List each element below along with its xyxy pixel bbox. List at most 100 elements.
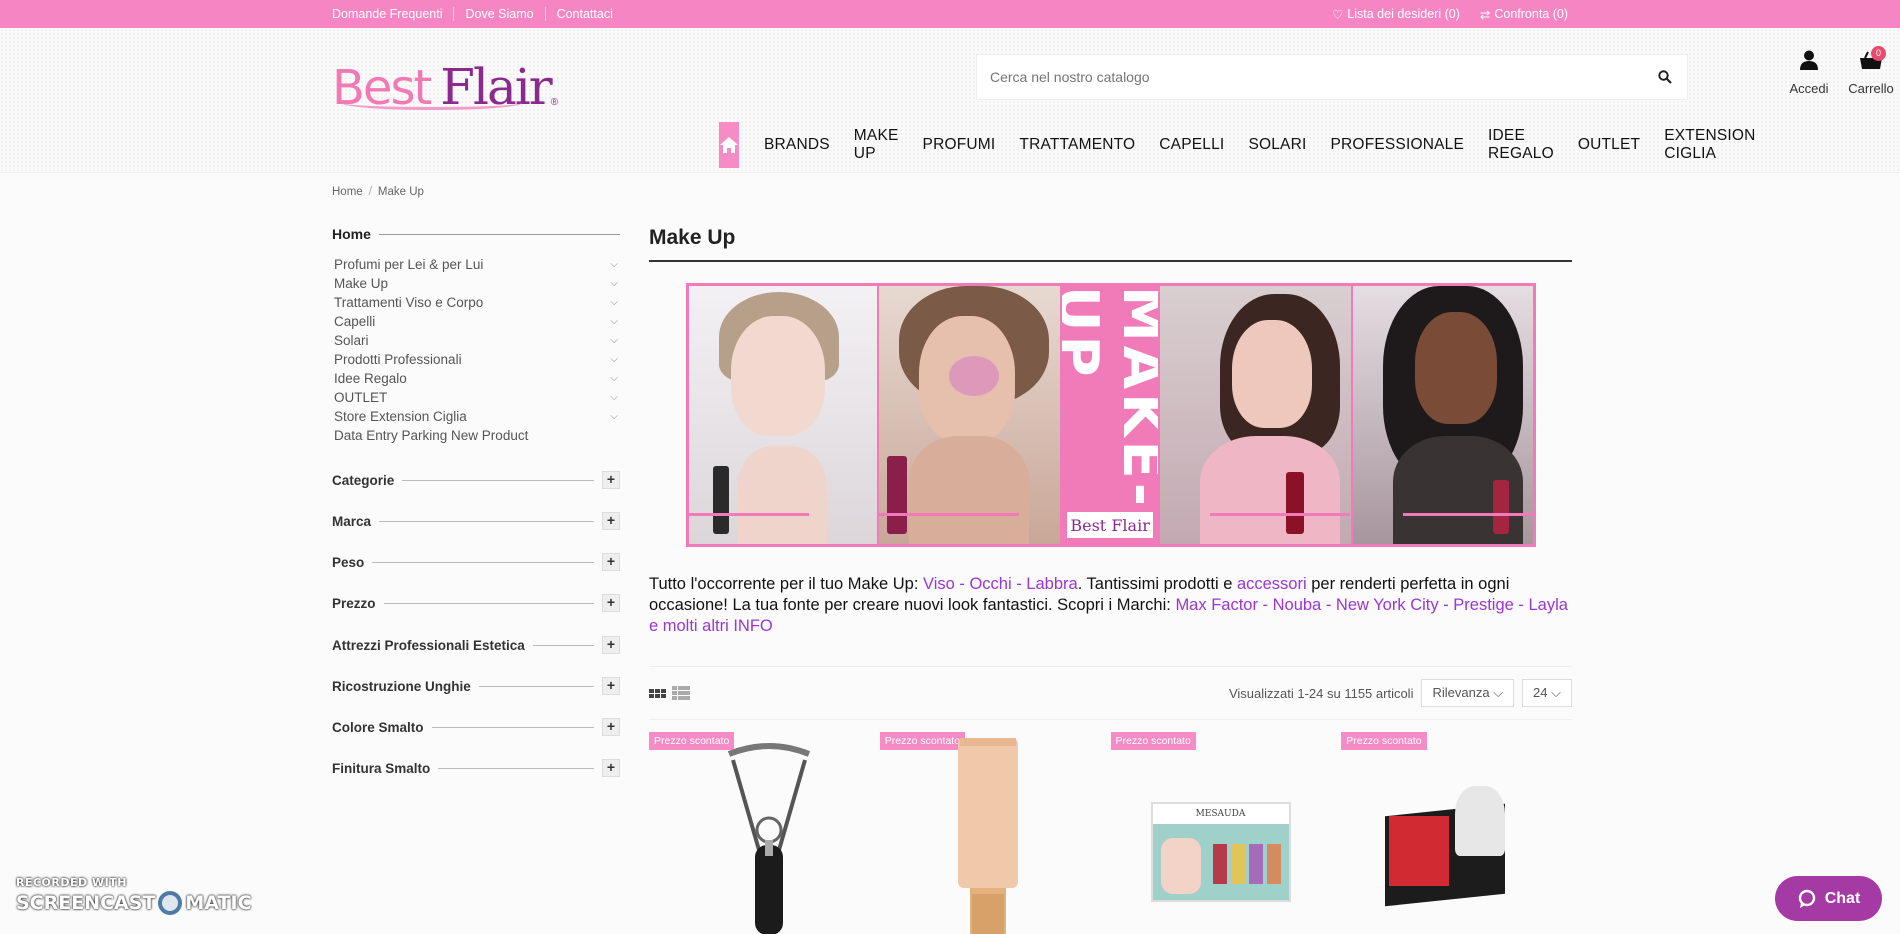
account-label: Accedi [1789,81,1829,96]
chevron-down-icon: ⌵ [1551,685,1561,700]
category-item[interactable]: Prodotti Professionali ⌵ [332,350,620,369]
facet-prezzo[interactable]: Prezzo + [332,593,620,613]
category-label: Store Extension Ciglia [334,409,467,424]
search-input[interactable] [977,55,1643,99]
facet-attrezzi[interactable]: Attrezzi Professionali Estetica + [332,635,620,655]
facet-marca[interactable]: Marca + [332,511,620,531]
plus-icon[interactable]: + [602,677,620,695]
sidebar: Home Profumi per Lei & per Lui ⌵ Make Up ⌵… [332,226,620,777]
category-label: Capelli [334,314,376,329]
category-item[interactable]: Profumi per Lei & per Lui ⌵ [332,255,620,274]
category-item[interactable]: Capelli ⌵ [332,312,620,331]
cart-count-badge: 0 [1871,46,1886,61]
chevron-down-icon[interactable]: ⌵ [610,411,618,422]
banner-model-image [1159,286,1352,544]
category-label: Data Entry Parking New Product [334,428,529,443]
facet-categorie[interactable]: Categorie + [332,470,620,490]
box-brand-label: MESAUDA [1152,804,1289,824]
sidebar-home-heading[interactable]: Home [332,226,620,242]
category-item[interactable]: Store Extension Ciglia ⌵ [332,407,620,426]
chat-label: Chat [1824,889,1861,907]
products-count: Visualizzati 1-24 su 1155 articoli [1228,685,1414,701]
contact-link[interactable]: Contattaci [544,7,624,21]
product-card[interactable]: Prezzo scontato [649,732,880,934]
nav-professionale[interactable]: PROFESSIONALE [1319,136,1477,154]
plus-icon[interactable]: + [602,594,620,612]
chevron-down-icon[interactable]: ⌵ [610,392,618,403]
per-page-select[interactable]: 24 ⌵ [1522,679,1572,707]
top-bar: Domande Frequenti Dove Siamo Contattaci … [0,0,1900,28]
sort-select[interactable]: Rilevanza ⌵ [1421,679,1515,707]
site-logo[interactable]: Best Flair ® [332,42,562,112]
nav-profumi[interactable]: PROFUMI [911,136,1008,154]
category-item[interactable]: Data Entry Parking New Product [332,426,620,445]
faq-link[interactable]: Domande Frequenti [332,7,453,21]
logo-swoosh [342,96,522,110]
facet-label: Prezzo [332,595,376,611]
banner-title: MAKE-UP [1062,286,1158,510]
where-we-are-link[interactable]: Dove Siamo [453,7,544,21]
nav-idee-regalo[interactable]: IDEE REGALO [1476,127,1566,163]
list-view-icon[interactable] [672,686,690,700]
product-grid: Prezzo scontato Prezzo scontato Prezzo s… [649,732,1572,934]
category-item[interactable]: OUTLET ⌵ [332,388,620,407]
screencast-watermark: RECORDED WITH SCREENCAST MATIC [16,876,252,915]
chevron-down-icon[interactable]: ⌵ [610,278,618,289]
facet-ricostruzione-unghie[interactable]: Ricostruzione Unghie + [332,676,620,696]
facet-colore-smalto[interactable]: Colore Smalto + [332,717,620,737]
cart-button[interactable]: 0 Carrello [1844,46,1898,96]
viso-occhi-labbra-link[interactable]: Viso - Occhi - Labbra [923,575,1078,593]
breadcrumb-current: Make Up [377,186,424,198]
plus-icon[interactable]: + [602,718,620,736]
plus-icon[interactable]: + [602,553,620,571]
nav-trattamento[interactable]: TRATTAMENTO [1007,136,1147,154]
registered-mark: ® [550,97,559,108]
plus-icon[interactable]: + [602,471,620,489]
nav-outlet[interactable]: OUTLET [1566,136,1652,154]
nail-polish-kit-image [1385,786,1515,907]
eyelash-curler-image [727,743,811,934]
product-card[interactable]: Prezzo scontato MESAUDA [1110,732,1342,934]
category-item[interactable]: Solari ⌵ [332,331,620,350]
nav-make-up[interactable]: MAKE UP [842,127,911,163]
divider [532,644,594,646]
search-icon[interactable] [1643,55,1687,99]
category-item[interactable]: Idee Regalo ⌵ [332,369,620,388]
wishlist-link[interactable]: ♡ Lista dei desideri (0) [1332,7,1460,22]
facet-finitura-smalto[interactable]: Finitura Smalto + [332,758,620,778]
plus-icon[interactable]: + [602,759,620,777]
category-description: Tutto l'occorrente per il tuo Make Up: V… [649,574,1572,637]
nav-extension-ciglia[interactable]: EXTENSION CIGLIA [1652,127,1767,163]
category-label: Idee Regalo [334,371,407,386]
plus-icon[interactable]: + [602,636,620,654]
category-item[interactable]: Trattamenti Viso e Corpo ⌵ [332,293,620,312]
category-label: Profumi per Lei & per Lui [334,257,484,272]
cart-label: Carrello [1848,81,1894,96]
chevron-down-icon[interactable]: ⌵ [610,335,618,346]
per-page-label: 24 [1533,685,1548,700]
nav-capelli[interactable]: CAPELLI [1147,136,1236,154]
chevron-down-icon[interactable]: ⌵ [610,297,618,308]
category-item[interactable]: Make Up ⌵ [332,274,620,293]
breadcrumb: Home / Make Up [332,186,424,198]
facet-peso[interactable]: Peso + [332,552,620,572]
chevron-down-icon[interactable]: ⌵ [610,373,618,384]
nav-solari[interactable]: SOLARI [1236,136,1318,154]
screencast-logo-icon [158,891,183,915]
breadcrumb-home[interactable]: Home [332,186,363,198]
plus-icon[interactable]: + [602,512,620,530]
chevron-down-icon[interactable]: ⌵ [610,354,618,365]
nav-brands[interactable]: BRANDS [752,136,842,154]
description-text: . Tantissimi prodotti e [1077,575,1237,593]
compare-link[interactable]: ⇄ Confronta (0) [1480,7,1568,22]
account-button[interactable]: Accedi [1786,50,1832,96]
chevron-down-icon[interactable]: ⌵ [610,316,618,327]
grid-view-icon[interactable] [649,688,666,698]
heart-icon: ♡ [1332,7,1344,22]
accessori-link[interactable]: accessori [1237,575,1307,593]
chevron-down-icon[interactable]: ⌵ [610,259,618,270]
product-card[interactable]: Prezzo scontato [879,732,1111,934]
home-nav-button[interactable] [719,122,739,168]
product-card[interactable]: Prezzo scontato [1341,732,1572,934]
chat-button[interactable]: Chat [1775,876,1882,921]
